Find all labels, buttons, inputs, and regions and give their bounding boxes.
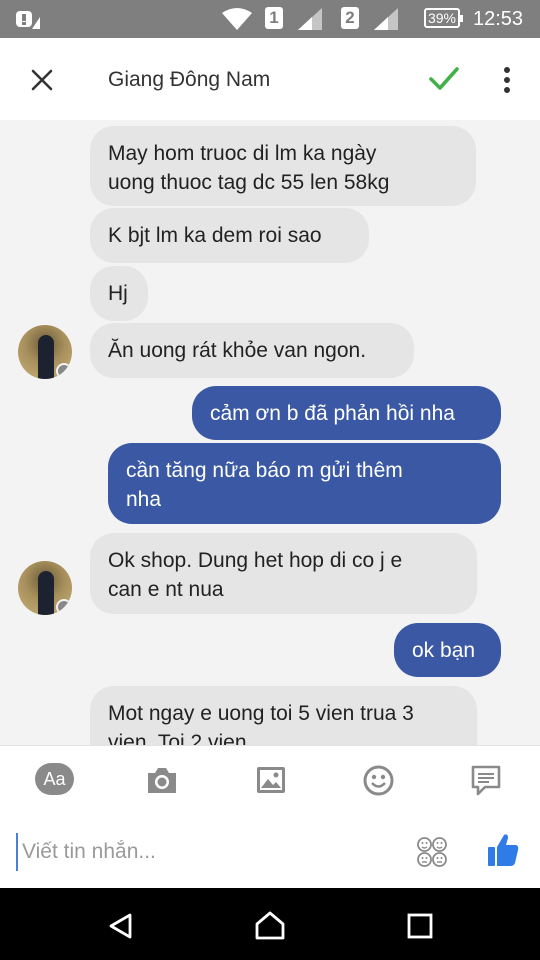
text-format-label: Aa [43, 769, 66, 789]
composer-row [0, 815, 540, 888]
sim1-indicator: 1 [265, 7, 283, 29]
emoji-icon[interactable] [363, 765, 394, 796]
messenger-badge-icon [56, 599, 72, 615]
composer-toolbar: Aa [0, 745, 540, 816]
home-icon[interactable] [254, 910, 286, 940]
message-bubble[interactable]: May hom truoc di lm ka ngày uong thuoc t… [90, 126, 476, 206]
avatar[interactable] [18, 561, 72, 615]
message-bubble[interactable]: K bjt lm ka dem roi sao [90, 208, 369, 263]
conversation-header: Giang Đông Nam [0, 38, 540, 120]
message-bubble[interactable]: cảm ơn b đã phản hồi nha [192, 386, 501, 440]
checkmark-icon[interactable] [428, 66, 460, 92]
clock: 12:53 [473, 8, 524, 30]
camera-icon[interactable] [146, 766, 178, 794]
battery-icon: 39% [424, 8, 463, 28]
signal-icon [374, 8, 398, 30]
message-input[interactable] [16, 833, 404, 871]
back-icon[interactable] [107, 912, 135, 940]
navigation-bar [0, 888, 540, 960]
avatar[interactable] [18, 325, 72, 379]
message-bubble[interactable]: Ăn uong rát khỏe van ngon. [90, 323, 414, 378]
like-icon[interactable] [486, 832, 520, 868]
signal-icon [298, 8, 322, 30]
message-bubble[interactable]: Hj [90, 266, 148, 321]
text-format-icon[interactable]: Aa [35, 763, 74, 795]
notification-icon [16, 11, 40, 29]
image-icon[interactable] [256, 766, 286, 794]
wifi-icon [222, 8, 252, 30]
message-bubble[interactable]: cần tăng nữa báo m gửi thêm nha [108, 443, 501, 524]
more-vert-icon[interactable] [500, 66, 514, 94]
sticker-icon[interactable] [416, 836, 448, 868]
message-bubble[interactable]: Ok shop. Dung het hop di co j e can e nt… [90, 533, 477, 614]
message-list[interactable]: May hom truoc di lm ka ngày uong thuoc t… [0, 120, 540, 745]
message-bubble[interactable]: ok bạn [394, 623, 501, 677]
chat-bubble-icon[interactable] [471, 765, 501, 797]
status-bar: 1 2 39% 12:53 [0, 0, 540, 38]
sim2-indicator: 2 [341, 7, 359, 29]
messenger-badge-icon [56, 363, 72, 379]
close-icon[interactable] [30, 68, 54, 92]
recents-icon[interactable] [407, 913, 433, 939]
message-bubble[interactable]: Mot ngay e uong toi 5 vien trua 3 vien. … [90, 686, 477, 745]
contact-name[interactable]: Giang Đông Nam [108, 68, 270, 92]
